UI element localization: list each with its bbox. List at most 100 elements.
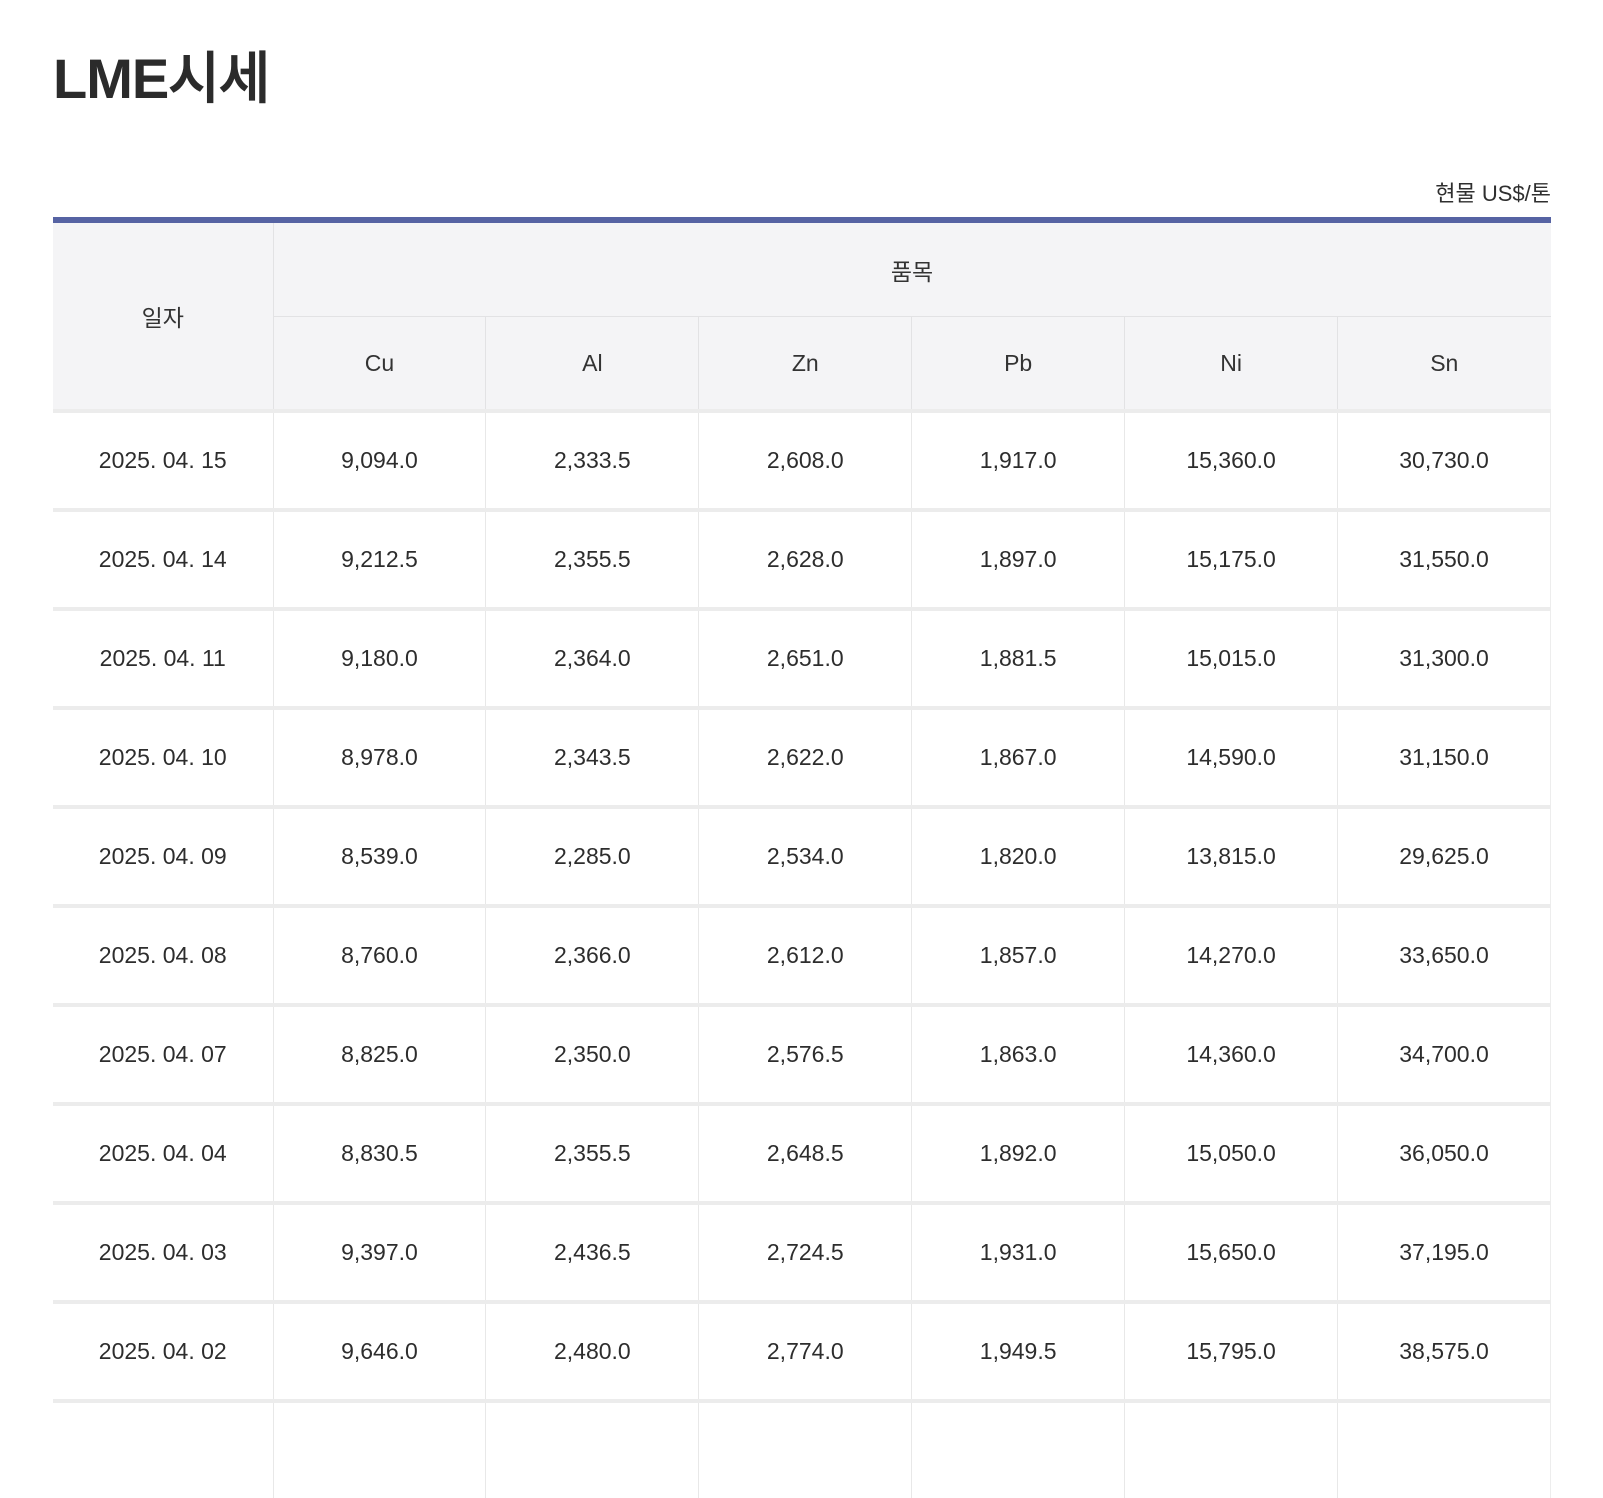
column-header-group: 품목	[273, 220, 1551, 317]
price-cell: 8,978.0	[272, 706, 486, 807]
price-cell: 1,897.0	[911, 508, 1125, 609]
price-cell: 2,651.0	[698, 607, 912, 708]
table-row: 2025. 04. 15 9,094.0 2,333.5 2,608.0 1,9…	[53, 409, 1551, 510]
price-cell: 2,333.5	[485, 409, 699, 510]
price-cell: 2,724.5	[698, 1201, 912, 1302]
price-cell	[911, 1399, 1125, 1498]
price-cell: 30,730.0	[1337, 409, 1551, 510]
table-row: 2025. 04. 03 9,397.0 2,436.5 2,724.5 1,9…	[53, 1201, 1551, 1302]
price-cell: 8,830.5	[272, 1102, 486, 1203]
column-header-al: Al	[485, 316, 699, 411]
price-cell: 14,360.0	[1124, 1003, 1338, 1104]
price-cell	[485, 1399, 699, 1498]
price-cell: 2,480.0	[485, 1300, 699, 1401]
date-cell: 2025. 04. 14	[53, 508, 273, 609]
price-cell: 15,360.0	[1124, 409, 1338, 510]
unit-label: 현물 US$/톤	[1435, 181, 1551, 206]
price-cell: 2,355.5	[485, 1102, 699, 1203]
price-cell: 2,285.0	[485, 805, 699, 906]
price-cell: 1,857.0	[911, 904, 1125, 1005]
price-cell: 36,050.0	[1337, 1102, 1551, 1203]
price-cell: 1,863.0	[911, 1003, 1125, 1104]
price-cell: 14,590.0	[1124, 706, 1338, 807]
lme-price-page: LME시세 현물 US$/톤 일자 품목 Cu Al Zn Pb Ni Sn 2…	[0, 0, 1603, 1498]
table-header-row-group: 일자 품목	[53, 220, 1551, 411]
price-cell: 2,355.5	[485, 508, 699, 609]
price-cell: 2,774.0	[698, 1300, 912, 1401]
price-cell: 1,881.5	[911, 607, 1125, 708]
price-cell: 2,612.0	[698, 904, 912, 1005]
price-cell: 31,550.0	[1337, 508, 1551, 609]
price-cell: 37,195.0	[1337, 1201, 1551, 1302]
date-cell: 2025. 04. 04	[53, 1102, 273, 1203]
price-cell: 1,820.0	[911, 805, 1125, 906]
page-title: LME시세	[53, 47, 270, 110]
table-row: 2025. 04. 08 8,760.0 2,366.0 2,612.0 1,8…	[53, 904, 1551, 1005]
price-cell: 34,700.0	[1337, 1003, 1551, 1104]
table-row: 2025. 04. 10 8,978.0 2,343.5 2,622.0 1,8…	[53, 706, 1551, 807]
table-row: 2025. 04. 14 9,212.5 2,355.5 2,628.0 1,8…	[53, 508, 1551, 609]
price-cell: 15,650.0	[1124, 1201, 1338, 1302]
price-cell: 2,628.0	[698, 508, 912, 609]
column-header-ni: Ni	[1124, 316, 1338, 411]
lme-price-table: 일자 품목 Cu Al Zn Pb Ni Sn 2025. 04. 15 9,0…	[53, 217, 1551, 1498]
table-row: 2025. 04. 07 8,825.0 2,350.0 2,576.5 1,8…	[53, 1003, 1551, 1104]
table-row: 2025. 04. 04 8,830.5 2,355.5 2,648.5 1,8…	[53, 1102, 1551, 1203]
price-cell: 9,094.0	[272, 409, 486, 510]
price-cell: 8,825.0	[272, 1003, 486, 1104]
price-cell: 2,534.0	[698, 805, 912, 906]
price-cell: 31,300.0	[1337, 607, 1551, 708]
price-cell: 2,364.0	[485, 607, 699, 708]
price-cell: 2,366.0	[485, 904, 699, 1005]
date-cell: 2025. 04. 11	[53, 607, 273, 708]
table-row: 2025. 04. 11 9,180.0 2,364.0 2,651.0 1,8…	[53, 607, 1551, 708]
price-cell: 1,892.0	[911, 1102, 1125, 1203]
price-cell: 38,575.0	[1337, 1300, 1551, 1401]
price-cell: 1,931.0	[911, 1201, 1125, 1302]
price-cell: 2,350.0	[485, 1003, 699, 1104]
price-cell: 9,180.0	[272, 607, 486, 708]
price-cell: 2,576.5	[698, 1003, 912, 1104]
column-header-cu: Cu	[273, 316, 486, 411]
price-cell: 8,539.0	[272, 805, 486, 906]
price-cell: 1,949.5	[911, 1300, 1125, 1401]
table-row-partial	[53, 1399, 1551, 1498]
column-header-zn: Zn	[698, 316, 912, 411]
price-cell: 29,625.0	[1337, 805, 1551, 906]
date-cell: 2025. 04. 15	[53, 409, 273, 510]
date-cell: 2025. 04. 10	[53, 706, 273, 807]
price-cell: 2,436.5	[485, 1201, 699, 1302]
price-cell: 2,343.5	[485, 706, 699, 807]
table-row: 2025. 04. 02 9,646.0 2,480.0 2,774.0 1,9…	[53, 1300, 1551, 1401]
date-cell: 2025. 04. 02	[53, 1300, 273, 1401]
date-cell: 2025. 04. 07	[53, 1003, 273, 1104]
price-cell: 15,175.0	[1124, 508, 1338, 609]
column-header-pb: Pb	[911, 316, 1125, 411]
date-cell: 2025. 04. 09	[53, 805, 273, 906]
price-cell	[698, 1399, 912, 1498]
price-cell: 15,795.0	[1124, 1300, 1338, 1401]
price-cell: 1,867.0	[911, 706, 1125, 807]
price-cell: 2,648.5	[698, 1102, 912, 1203]
price-cell: 13,815.0	[1124, 805, 1338, 906]
table-row: 2025. 04. 09 8,539.0 2,285.0 2,534.0 1,8…	[53, 805, 1551, 906]
date-cell: 2025. 04. 03	[53, 1201, 273, 1302]
column-header-sn: Sn	[1337, 316, 1551, 411]
price-cell	[1337, 1399, 1551, 1498]
price-cell: 31,150.0	[1337, 706, 1551, 807]
price-cell: 9,646.0	[272, 1300, 486, 1401]
price-cell: 8,760.0	[272, 904, 486, 1005]
price-cell: 9,397.0	[272, 1201, 486, 1302]
price-cell: 1,917.0	[911, 409, 1125, 510]
price-cell: 2,622.0	[698, 706, 912, 807]
price-cell	[272, 1399, 486, 1498]
price-cell	[1124, 1399, 1338, 1498]
price-cell: 2,608.0	[698, 409, 912, 510]
price-cell: 9,212.5	[272, 508, 486, 609]
table-header-row-metals: Cu Al Zn Pb Ni Sn	[53, 316, 1551, 411]
date-cell: 2025. 04. 08	[53, 904, 273, 1005]
price-cell: 14,270.0	[1124, 904, 1338, 1005]
column-header-date: 일자	[53, 220, 274, 411]
date-cell	[53, 1399, 273, 1498]
price-cell: 15,050.0	[1124, 1102, 1338, 1203]
